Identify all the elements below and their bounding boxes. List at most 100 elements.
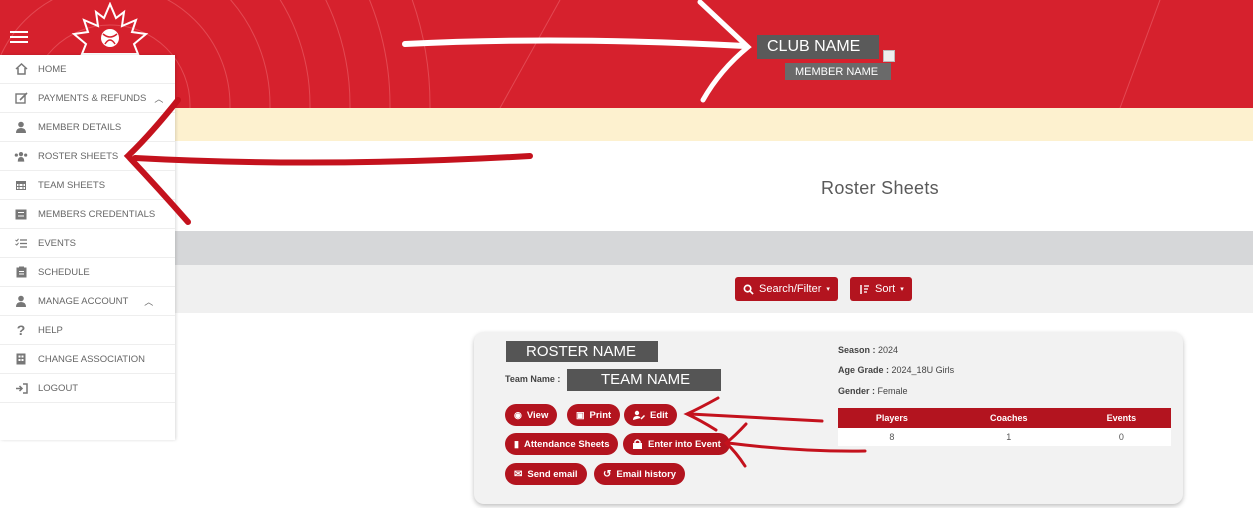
gender-info: Gender : Female: [838, 386, 908, 396]
hamburger-menu-icon[interactable]: [10, 28, 28, 44]
user-edit-icon: [633, 410, 645, 420]
chevron-up-icon: ︿: [144, 296, 154, 307]
view-button[interactable]: ◉ View: [505, 404, 558, 426]
stats-players-value: 8: [838, 428, 946, 446]
header-decoration: [0, 0, 1161, 108]
sidebar-item-label: ROSTER SHEETS: [38, 150, 119, 162]
sidebar: HOME PAYMENTS & REFUNDS ︿ MEMBER DETAILS…: [0, 55, 175, 440]
sidebar-item-manage-account[interactable]: MANAGE ACCOUNT ︿: [0, 287, 175, 316]
sidebar-item-schedule[interactable]: SCHEDULE: [0, 258, 175, 287]
caret-down-icon: ▾: [900, 286, 904, 293]
sort-button[interactable]: Sort ▾: [850, 277, 912, 301]
list-icon: [14, 207, 28, 221]
send-email-button[interactable]: ✉ Send email: [505, 463, 587, 485]
roster-stats-table: Players Coaches Events 8 1 0: [838, 408, 1171, 446]
annotation-arrow-roster: [132, 153, 533, 166]
sidebar-item-help[interactable]: ? HELP: [0, 316, 175, 345]
search-icon: [743, 284, 754, 295]
sidebar-item-label: EVENTS: [38, 237, 77, 249]
sidebar-item-events[interactable]: EVENTS: [0, 229, 175, 258]
gender-value: Female: [877, 386, 908, 396]
season-label: Season :: [838, 345, 876, 355]
users-icon: [14, 149, 28, 163]
sort-label: Sort: [875, 283, 896, 295]
clipboard-icon: [14, 265, 28, 279]
enter-into-event-label: Enter into Event: [648, 438, 721, 450]
send-email-label: Send email: [527, 468, 578, 480]
search-filter-button[interactable]: Search/Filter ▾: [735, 277, 838, 301]
stats-header-players: Players: [838, 408, 946, 428]
caret-down-icon: ▾: [826, 286, 830, 293]
team-name: TEAM NAME: [567, 369, 721, 391]
enter-into-event-button[interactable]: Enter into Event: [623, 433, 730, 455]
edit-label: Edit: [650, 409, 668, 421]
chevron-up-icon: ︿: [154, 93, 164, 104]
search-filter-label: Search/Filter: [759, 283, 822, 295]
sidebar-item-logout[interactable]: LOGOUT: [0, 374, 175, 403]
member-name: MEMBER NAME: [785, 63, 891, 80]
sidebar-item-label: SCHEDULE: [38, 266, 90, 278]
sidebar-item-home[interactable]: HOME: [0, 55, 175, 84]
sidebar-item-label: TEAM SHEETS: [38, 179, 106, 191]
history-icon: ↺: [603, 468, 612, 480]
stats-value-row: 8 1 0: [838, 428, 1171, 446]
sidebar-item-change-association[interactable]: CHANGE ASSOCIATION: [0, 345, 175, 374]
age-grade-info: Age Grade : 2024_18U Girls: [838, 365, 954, 375]
user-icon: [14, 294, 28, 308]
eye-icon: ◉: [514, 409, 522, 420]
stats-header-coaches: Coaches: [945, 408, 1072, 428]
notice-bar: [0, 108, 1253, 141]
sidebar-item-label: HELP: [38, 324, 63, 336]
roster-name: ROSTER NAME: [506, 341, 658, 362]
age-grade-label: Age Grade :: [838, 365, 890, 375]
stats-header-row: Players Coaches Events: [838, 408, 1171, 428]
stats-events-value: 0: [1071, 428, 1171, 446]
clipboard-icon: ▮: [514, 438, 519, 449]
calendar-icon: [14, 178, 28, 192]
checklist-icon: [14, 236, 28, 250]
toolbar-area: [175, 265, 1253, 313]
question-icon: ?: [16, 322, 26, 338]
page-title: Roster Sheets: [821, 178, 939, 198]
edit-icon: [14, 91, 28, 105]
sort-icon: [860, 284, 869, 294]
sidebar-item-label: MEMBERS CREDENTIALS: [38, 208, 156, 220]
attendance-sheets-label: Attendance Sheets: [523, 438, 610, 450]
season-info: Season : 2024: [838, 345, 898, 355]
section-divider: [175, 231, 1253, 265]
sidebar-item-label: LOGOUT: [38, 382, 79, 394]
sidebar-item-payments-refunds[interactable]: PAYMENTS & REFUNDS ︿: [0, 84, 175, 113]
team-name-label: Team Name :: [505, 374, 561, 384]
sidebar-item-label: PAYMENTS & REFUNDS: [38, 92, 147, 104]
sidebar-item-member-details[interactable]: MEMBER DETAILS: [0, 113, 175, 142]
stats-coaches-value: 1: [945, 428, 1072, 446]
sidebar-item-team-sheets[interactable]: TEAM SHEETS: [0, 171, 175, 200]
sidebar-item-roster-sheets[interactable]: ROSTER SHEETS: [0, 142, 175, 171]
user-icon: [14, 120, 28, 134]
envelope-icon: ✉: [514, 468, 523, 480]
attendance-sheets-button[interactable]: ▮ Attendance Sheets: [505, 433, 619, 455]
home-icon: [14, 62, 28, 76]
broken-image-icon: [883, 50, 895, 62]
maple-leaf-logo: [71, 2, 149, 55]
gender-label: Gender :: [838, 386, 876, 396]
sidebar-item-label: MEMBER DETAILS: [38, 121, 122, 133]
age-grade-value: 2024_18U Girls: [891, 365, 955, 375]
edit-button[interactable]: Edit: [624, 404, 677, 426]
print-label: Print: [589, 409, 612, 421]
stats-header-events: Events: [1071, 408, 1171, 428]
pdf-file-icon: ▣: [576, 409, 585, 420]
sidebar-item-members-credentials[interactable]: MEMBERS CREDENTIALS: [0, 200, 175, 229]
club-name: CLUB NAME: [757, 35, 879, 59]
sidebar-item-label: MANAGE ACCOUNT: [38, 295, 129, 307]
season-value: 2024: [878, 345, 899, 355]
sidebar-item-label: HOME: [38, 63, 67, 75]
header-banner: CLUB NAME MEMBER NAME: [0, 0, 1253, 108]
view-label: View: [526, 409, 549, 421]
sidebar-item-label: CHANGE ASSOCIATION: [38, 353, 145, 365]
logout-icon: [14, 381, 28, 395]
email-history-button[interactable]: ↺ Email history: [594, 463, 686, 485]
lock-icon: [633, 439, 642, 449]
building-icon: [14, 352, 28, 366]
print-button[interactable]: ▣ Print: [567, 404, 621, 426]
